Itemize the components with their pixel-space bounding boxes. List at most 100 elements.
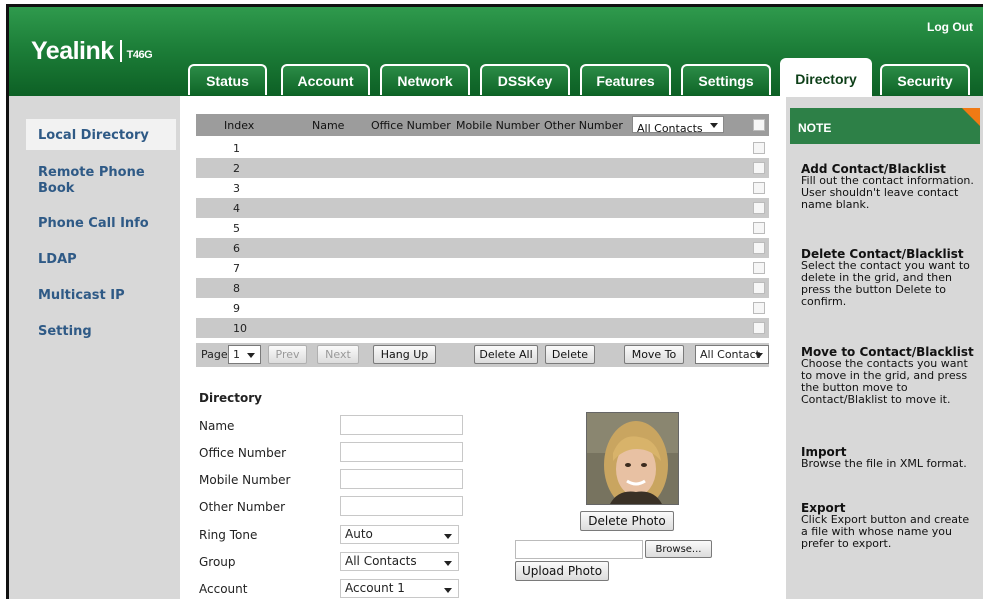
chevron-down-icon — [444, 534, 452, 539]
other-number-field[interactable] — [340, 496, 463, 516]
delete-button[interactable]: Delete — [545, 345, 595, 364]
contact-photo-image — [587, 413, 678, 504]
chevron-down-icon — [247, 353, 255, 358]
move-target-select[interactable]: All Contact — [695, 345, 769, 364]
select-all-checkbox[interactable] — [753, 119, 765, 131]
mobile-number-label: Mobile Number — [199, 473, 291, 487]
next-button[interactable]: Next — [317, 345, 359, 364]
table-row[interactable]: 1 — [196, 138, 769, 158]
col-other-number: Other Number — [544, 119, 623, 132]
row-index: 9 — [233, 302, 240, 315]
note-block-text: Click Export button and create a file wi… — [801, 513, 970, 550]
note-header: NOTE — [790, 108, 980, 144]
office-number-field[interactable] — [340, 442, 463, 462]
chevron-down-icon — [710, 123, 718, 128]
sidebar-item-local-directory[interactable]: Local Directory — [26, 119, 176, 150]
row-checkbox[interactable] — [753, 302, 765, 314]
page-label: Page — [201, 348, 228, 361]
contacts-grid-header: Index Name Office Number Mobile Number O… — [196, 114, 769, 136]
ring-tone-label: Ring Tone — [199, 528, 258, 542]
row-checkbox[interactable] — [753, 322, 765, 334]
table-row[interactable]: 8 — [196, 278, 769, 298]
tab-network[interactable]: Network — [380, 64, 470, 95]
note-block-text: Fill out the contact information. User s… — [801, 174, 974, 211]
move-to-button[interactable]: Move To — [624, 345, 684, 364]
row-index: 8 — [233, 282, 240, 295]
yealink-logo: Yealink T46G — [31, 37, 153, 66]
tab-account[interactable]: Account — [281, 64, 370, 95]
row-checkbox[interactable] — [753, 222, 765, 234]
tab-settings[interactable]: Settings — [681, 64, 771, 95]
table-row[interactable]: 2 — [196, 158, 769, 178]
tab-security[interactable]: Security — [880, 64, 970, 95]
row-index: 3 — [233, 182, 240, 195]
row-checkbox[interactable] — [753, 262, 765, 274]
sidebar-item-setting[interactable]: Setting — [0, 324, 171, 340]
corner-fold-icon — [962, 108, 980, 126]
table-row[interactable]: 6 — [196, 238, 769, 258]
tab-dsskey[interactable]: DSSKey — [480, 64, 570, 95]
row-index: 5 — [233, 222, 240, 235]
note-export: Export Click Export button and create a … — [801, 502, 979, 550]
table-row[interactable]: 5 — [196, 218, 769, 238]
ring-tone-value: Auto — [345, 527, 373, 541]
prev-button[interactable]: Prev — [268, 345, 307, 364]
delete-all-button[interactable]: Delete All — [474, 345, 538, 364]
logout-link[interactable]: Log Out — [927, 20, 973, 34]
name-field[interactable] — [340, 415, 463, 435]
table-row[interactable]: 4 — [196, 198, 769, 218]
note-block-text: Select the contact you want to delete in… — [801, 259, 970, 308]
upload-photo-button[interactable]: Upload Photo — [515, 561, 609, 581]
row-index: 4 — [233, 202, 240, 215]
table-row[interactable]: 10 — [196, 318, 769, 338]
chevron-down-icon — [444, 588, 452, 593]
sidebar-item-multicast-ip[interactable]: Multicast IP — [0, 288, 171, 304]
ring-tone-select[interactable]: Auto — [340, 525, 459, 544]
hang-up-button[interactable]: Hang Up — [373, 345, 436, 364]
col-index: Index — [224, 119, 255, 132]
row-index: 6 — [233, 242, 240, 255]
group-filter-select[interactable]: All Contacts — [632, 116, 724, 135]
tab-features[interactable]: Features — [580, 64, 671, 95]
account-select[interactable]: Account 1 — [340, 579, 459, 598]
row-checkbox[interactable] — [753, 202, 765, 214]
col-office-number: Office Number — [371, 119, 451, 132]
sidebar-item-ldap[interactable]: LDAP — [0, 252, 171, 268]
row-checkbox[interactable] — [753, 282, 765, 294]
note-block-text: Choose the contacts you want to move in … — [801, 357, 968, 406]
page-select-value: 1 — [233, 348, 240, 361]
tab-directory[interactable]: Directory — [780, 58, 872, 97]
other-number-label: Other Number — [199, 500, 286, 514]
table-row[interactable]: 3 — [196, 178, 769, 198]
table-row[interactable]: 9 — [196, 298, 769, 318]
account-label: Account — [199, 582, 248, 596]
sidebar-item-remote-phone-book[interactable]: Remote Phone Book — [0, 165, 150, 197]
row-checkbox[interactable] — [753, 162, 765, 174]
group-value: All Contacts — [345, 554, 417, 568]
note-import: Import Browse the file in XML format. — [801, 446, 979, 470]
chevron-down-icon — [755, 353, 763, 358]
sidebar-item-phone-call-info[interactable]: Phone Call Info — [0, 216, 171, 232]
note-block-text: Browse the file in XML format. — [801, 457, 967, 470]
col-name: Name — [312, 119, 345, 132]
row-index: 7 — [233, 262, 240, 275]
page-select[interactable]: 1 — [228, 345, 261, 364]
note-delete-contact: Delete Contact/Blacklist Select the cont… — [801, 248, 979, 308]
col-mobile-number: Mobile Number — [456, 119, 540, 132]
row-checkbox[interactable] — [753, 182, 765, 194]
row-checkbox[interactable] — [753, 142, 765, 154]
row-index: 1 — [233, 142, 240, 155]
tab-status[interactable]: Status — [188, 64, 267, 95]
account-value: Account 1 — [345, 581, 405, 595]
group-select[interactable]: All Contacts — [340, 552, 459, 571]
note-move-contact: Move to Contact/Blacklist Choose the con… — [801, 346, 979, 406]
note-add-contact: Add Contact/Blacklist Fill out the conta… — [801, 163, 979, 211]
contact-photo — [586, 412, 679, 505]
group-filter-value: All Contacts — [637, 122, 703, 135]
photo-file-input[interactable] — [515, 540, 643, 559]
mobile-number-field[interactable] — [340, 469, 463, 489]
table-row[interactable]: 7 — [196, 258, 769, 278]
browse-button[interactable]: Browse... — [645, 540, 712, 558]
row-checkbox[interactable] — [753, 242, 765, 254]
delete-photo-button[interactable]: Delete Photo — [580, 511, 674, 531]
